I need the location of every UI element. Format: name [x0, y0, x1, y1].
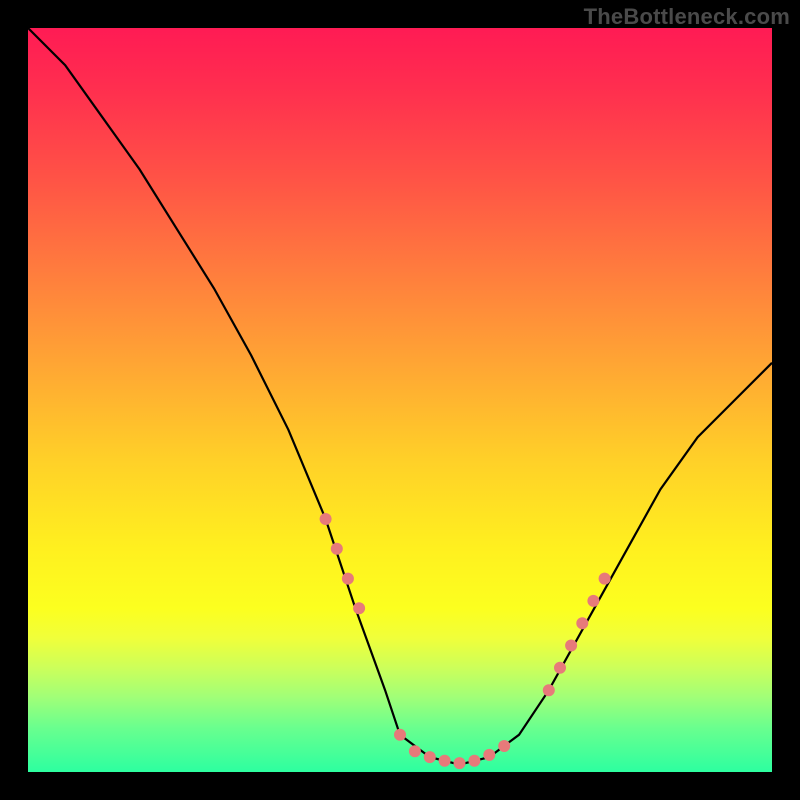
curve-marker: [424, 751, 436, 763]
watermark-text: TheBottleneck.com: [584, 4, 790, 30]
curve-marker: [543, 684, 555, 696]
curve-marker: [498, 740, 510, 752]
plot-area: [28, 28, 772, 772]
curve-marker: [587, 595, 599, 607]
curve-marker: [599, 573, 611, 585]
bottleneck-curve: [28, 28, 772, 765]
curve-marker: [320, 513, 332, 525]
curve-marker: [439, 755, 451, 767]
curve-marker: [409, 745, 421, 757]
chart-svg: [28, 28, 772, 772]
marker-group: [320, 513, 611, 769]
curve-marker: [554, 662, 566, 674]
curve-marker: [576, 617, 588, 629]
curve-marker: [454, 757, 466, 769]
curve-marker: [342, 573, 354, 585]
curve-marker: [353, 602, 365, 614]
curve-marker: [565, 640, 577, 652]
curve-marker: [468, 755, 480, 767]
curve-marker: [394, 729, 406, 741]
curve-marker: [483, 749, 495, 761]
chart-container: TheBottleneck.com: [0, 0, 800, 800]
curve-marker: [331, 543, 343, 555]
